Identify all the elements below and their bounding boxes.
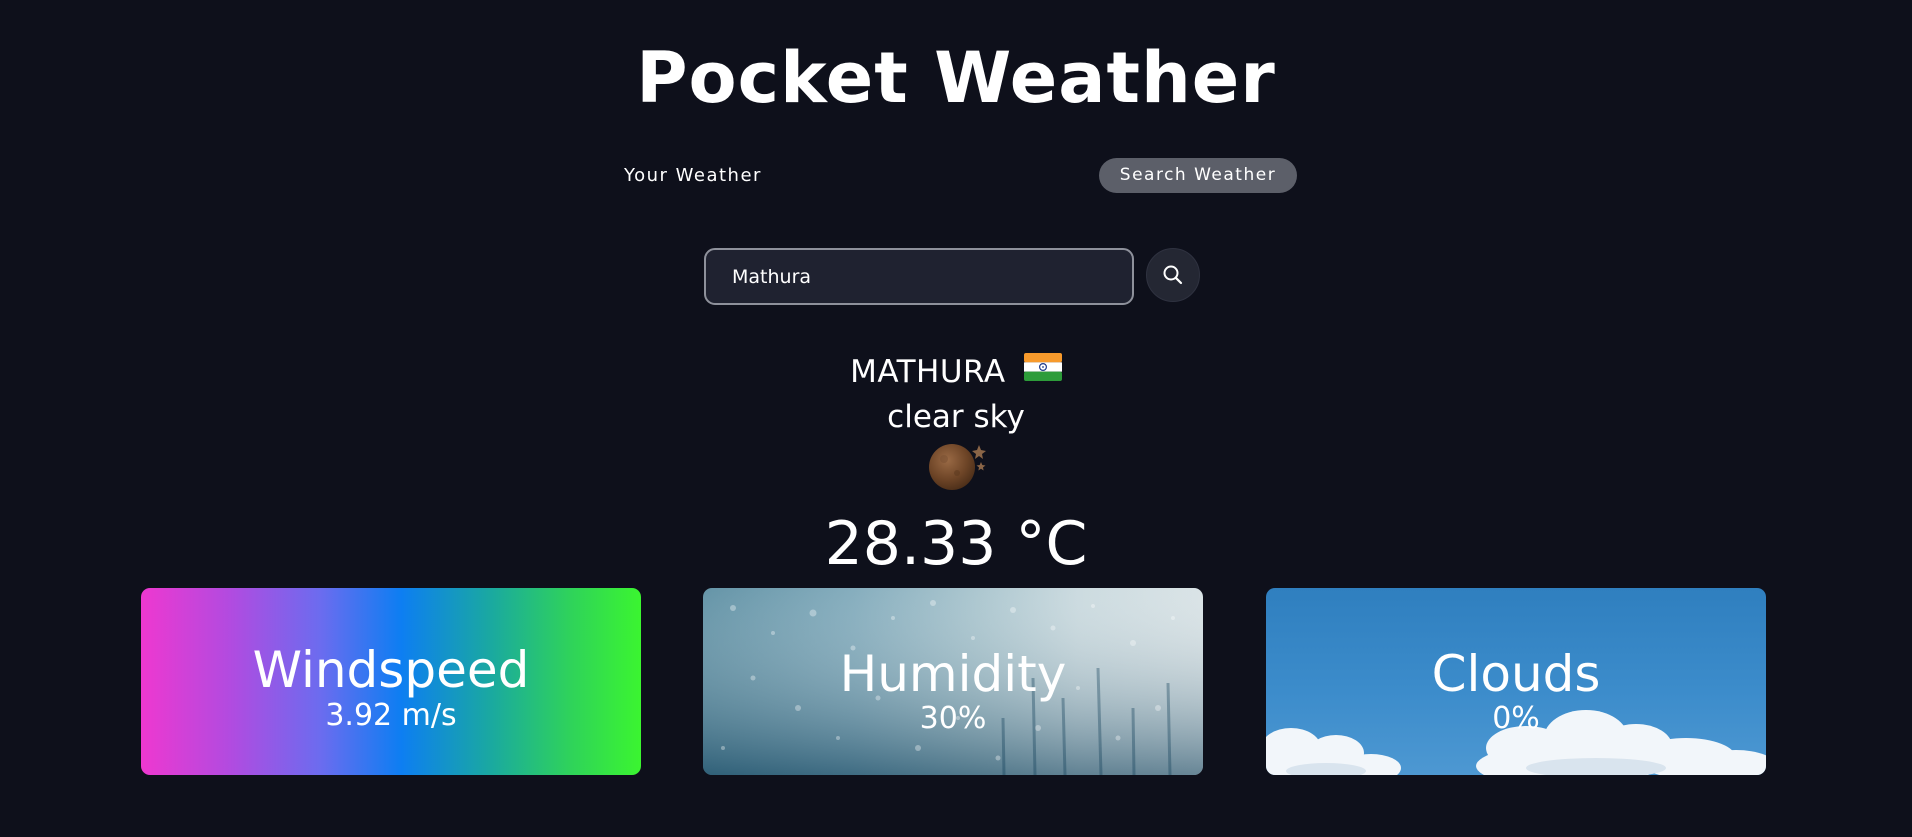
- humidity-label: Humidity: [839, 645, 1067, 703]
- weather-description: clear sky: [887, 399, 1025, 435]
- temperature: 28.33 °C: [824, 509, 1088, 579]
- city-heading: MATHURA: [0, 350, 1912, 394]
- search-icon: [1163, 265, 1183, 285]
- search-button[interactable]: [1146, 248, 1200, 302]
- windspeed-label: Windspeed: [252, 641, 530, 699]
- clouds-value: 0%: [1492, 701, 1540, 736]
- search-input[interactable]: [704, 248, 1134, 305]
- humidity-card: Humidity 30%: [703, 588, 1203, 775]
- app-title: Pocket Weather: [636, 37, 1276, 119]
- clouds-label: Clouds: [1431, 645, 1601, 703]
- india-flag-icon: [1023, 349, 1062, 393]
- clouds-card: Clouds 0%: [1266, 588, 1766, 775]
- tab-your-weather[interactable]: Your Weather: [624, 158, 766, 193]
- humidity-value: 30%: [919, 701, 987, 736]
- windspeed-value: 3.92 m/s: [325, 698, 457, 733]
- windspeed-card: Windspeed 3.92 m/s: [141, 588, 641, 775]
- city-name: MATHURA: [850, 354, 1006, 390]
- moon-stars-icon: [924, 440, 990, 492]
- tab-search-weather[interactable]: Search Weather: [1099, 158, 1297, 193]
